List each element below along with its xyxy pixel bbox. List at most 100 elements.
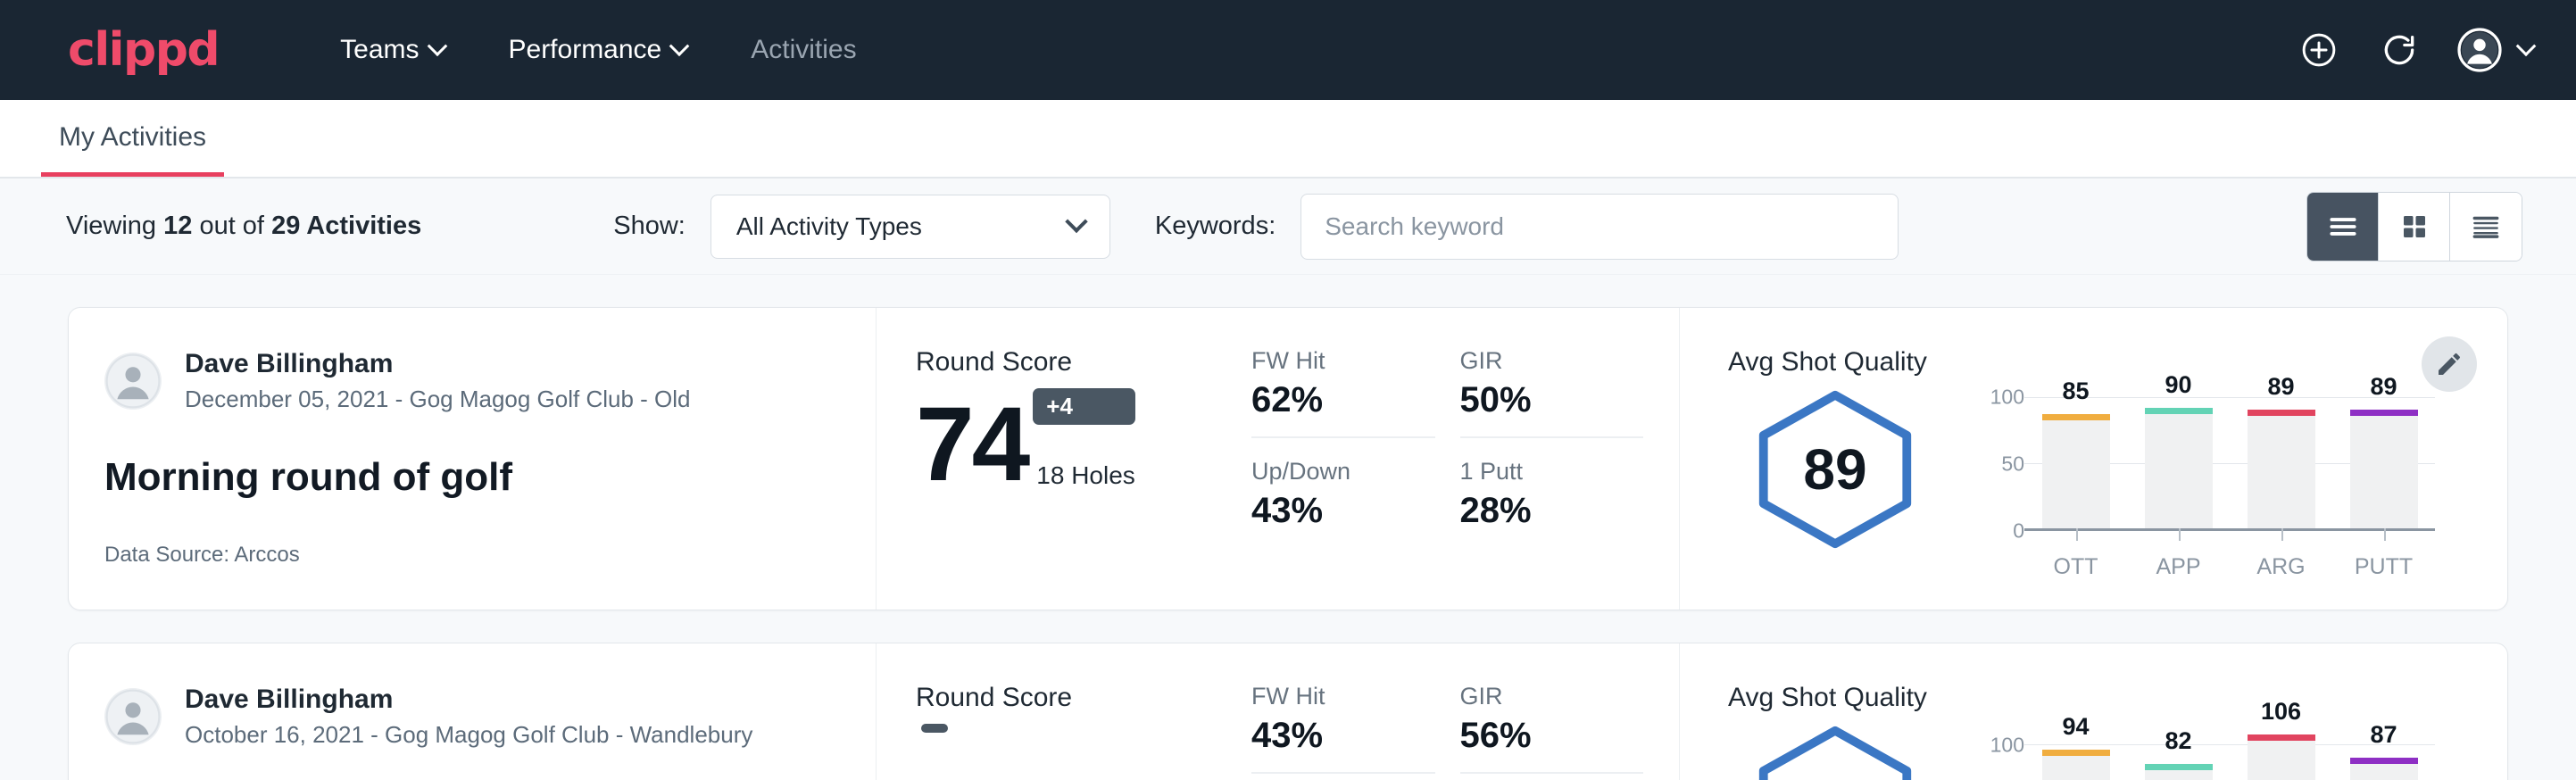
- round-score-label: Round Score: [916, 683, 1251, 713]
- chevron-down-icon: [2516, 36, 2537, 56]
- viewing-middle: out of: [199, 212, 264, 240]
- activity-author: Dave Billingham December 05, 2021 - Gog …: [104, 347, 849, 414]
- grid-view-button[interactable]: [2379, 193, 2450, 261]
- compact-view-button[interactable]: [2450, 193, 2522, 261]
- avg-shot-quality-column: Avg Shot Quality 100 50: [1680, 643, 2507, 780]
- activity-card[interactable]: Dave Billingham December 05, 2021 - Gog …: [68, 307, 2508, 610]
- list-view-button[interactable]: [2307, 193, 2379, 261]
- view-mode-toggle-group: [2306, 192, 2522, 261]
- nav-item-performance-label: Performance: [509, 35, 662, 65]
- bar-value: 82: [2165, 727, 2191, 755]
- activity-author: Dave Billingham October 16, 2021 - Gog M…: [104, 683, 849, 750]
- add-icon[interactable]: [2296, 27, 2342, 73]
- chart-plot-area: 85 90: [2024, 397, 2435, 531]
- chevron-down-icon: [669, 36, 690, 56]
- bar-arg: 89: [2248, 410, 2315, 528]
- round-score-value-row: 74 +4 18 Holes: [916, 388, 1251, 494]
- stat-label: FW Hit: [1251, 347, 1435, 375]
- chevron-down-icon: [1065, 210, 1087, 232]
- activity-card[interactable]: Dave Billingham October 16, 2021 - Gog M…: [68, 643, 2508, 780]
- stat-gir: GIR 56%: [1460, 683, 1644, 774]
- bar-arg: 106: [2248, 734, 2315, 780]
- account-menu[interactable]: [2456, 27, 2533, 73]
- refresh-icon[interactable]: [2376, 27, 2422, 73]
- x-tick-ott: OTT: [2042, 554, 2110, 580]
- x-tick-putt: PUTT: [2350, 554, 2418, 580]
- activity-data-source: Data Source: Arccos: [104, 543, 849, 568]
- bar-value: 89: [2370, 373, 2397, 401]
- round-score-side: [916, 724, 948, 780]
- activity-meta: October 16, 2021 - Gog Magog Golf Club -…: [185, 720, 752, 751]
- account-icon[interactable]: [2456, 27, 2503, 73]
- round-stats-column: FW Hit 43% GIR 56%: [1251, 643, 1680, 780]
- search-input[interactable]: [1300, 194, 1899, 260]
- activity-meta: December 05, 2021 - Gog Magog Golf Club …: [185, 385, 691, 415]
- avg-shot-quality-label: Avg Shot Quality: [1728, 683, 2507, 713]
- round-score-label: Round Score: [916, 347, 1251, 378]
- x-tick-app: APP: [2145, 554, 2213, 580]
- bar-putt: 89: [2350, 410, 2418, 528]
- round-score-value: 74: [916, 396, 1027, 494]
- stat-value: 43%: [1251, 716, 1435, 756]
- holes-count: 18 Holes: [1036, 461, 1135, 490]
- hexagon-icon: [1748, 722, 1923, 780]
- shot-quality-bar-chart: 100 50 0 85: [1973, 381, 2435, 580]
- author-name: Dave Billingham: [185, 347, 691, 381]
- stat-label: FW Hit: [1251, 683, 1435, 710]
- quality-hexagon: [1728, 717, 1942, 780]
- clippd-logo[interactable]: clippd: [68, 27, 219, 73]
- stat-value: 28%: [1460, 491, 1644, 531]
- nav-item-activities[interactable]: Activities: [719, 35, 888, 65]
- quality-hexagon: 89: [1728, 381, 1942, 552]
- y-tick-100: 100: [1990, 386, 2024, 410]
- bar-putt: 87: [2350, 758, 2418, 780]
- nav-item-teams[interactable]: Teams: [308, 35, 476, 65]
- nav-item-performance[interactable]: Performance: [477, 35, 719, 65]
- stat-label: GIR: [1460, 683, 1644, 710]
- activity-info-column: Dave Billingham December 05, 2021 - Gog …: [69, 308, 877, 610]
- chart-plot-area: 94 82: [2024, 733, 2435, 780]
- y-tick-0: 0: [2013, 519, 2024, 544]
- show-filter-group: Show: All Activity Types: [613, 195, 1110, 259]
- round-score-column: Round Score 74 +4 18 Holes: [877, 308, 1251, 610]
- nav-actions: [2296, 27, 2533, 73]
- activity-info-column: Dave Billingham October 16, 2021 - Gog M…: [69, 643, 877, 780]
- stat-label: Up/Down: [1251, 458, 1435, 485]
- bar-value: 106: [2261, 698, 2301, 726]
- y-tick-100: 100: [1990, 733, 2024, 757]
- tab-my-activities-label: My Activities: [59, 122, 206, 152]
- tab-my-activities[interactable]: My Activities: [41, 122, 224, 177]
- avatar: [104, 688, 162, 745]
- shot-quality-bar-chart: 100 50 0 94: [1973, 717, 2435, 780]
- avg-shot-quality-column: Avg Shot Quality 89 100 50: [1680, 308, 2507, 610]
- activity-card-list: Dave Billingham December 05, 2021 - Gog …: [0, 275, 2576, 780]
- page-tab-bar: My Activities: [0, 100, 2576, 178]
- keywords-filter-group: Keywords:: [1155, 194, 1899, 260]
- score-to-par-badge: +4: [1033, 388, 1135, 425]
- y-tick-50: 50: [2001, 452, 2024, 477]
- stat-up-down: Up/Down 43%: [1251, 438, 1435, 531]
- activity-type-select[interactable]: All Activity Types: [710, 195, 1110, 259]
- viewing-prefix: Viewing: [66, 212, 156, 240]
- chart-x-axis: OTT APP ARG PUTT: [2024, 554, 2435, 580]
- score-to-par-badge: [921, 724, 948, 733]
- stat-value: 62%: [1251, 380, 1435, 420]
- edit-activity-button[interactable]: [2422, 336, 2477, 392]
- quality-score-value: 89: [1803, 436, 1866, 502]
- bar-value: 87: [2370, 721, 2397, 749]
- round-score-column: Round Score: [877, 643, 1251, 780]
- avatar: [104, 353, 162, 410]
- nav-item-teams-label: Teams: [340, 35, 419, 65]
- viewing-total: 29 Activities: [271, 212, 421, 240]
- bar-app: 82: [2145, 764, 2213, 780]
- bar-value: 85: [2062, 378, 2089, 405]
- stat-fw-hit: FW Hit 62%: [1251, 347, 1435, 438]
- stat-label: 1 Putt: [1460, 458, 1644, 485]
- viewing-count-text: Viewing 12 out of 29 Activities: [66, 212, 421, 241]
- bar-value: 94: [2062, 713, 2089, 741]
- pencil-icon: [2435, 350, 2464, 378]
- keywords-label: Keywords:: [1155, 212, 1276, 241]
- bar-ott: 85: [2042, 414, 2110, 528]
- viewing-count: 12: [163, 212, 192, 240]
- stat-one-putt: 1 Putt 28%: [1460, 438, 1644, 531]
